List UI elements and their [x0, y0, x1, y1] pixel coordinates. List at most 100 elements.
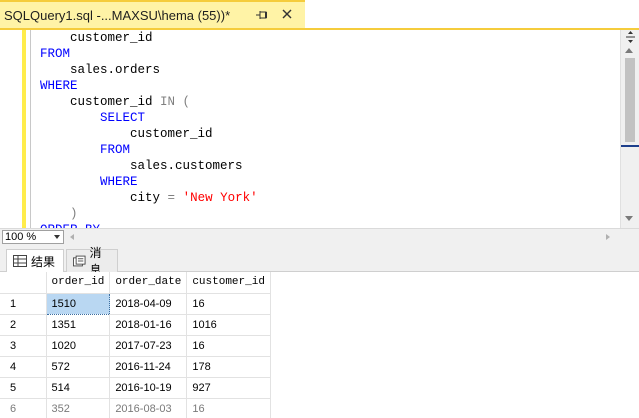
grid-cell[interactable]: 1016: [186, 314, 271, 336]
code-line[interactable]: SELECT: [40, 110, 258, 126]
grid-cell[interactable]: 2018-04-09: [109, 293, 188, 315]
change-tracking-bar: [22, 30, 26, 228]
scroll-right-arrow-icon[interactable]: [606, 234, 610, 240]
table-row[interactable]: 2 1351 2018-01-16 1016: [0, 314, 271, 336]
scroll-up-arrow-icon[interactable]: [625, 48, 633, 53]
sql-keyword: FROM: [40, 47, 71, 61]
column-header-customer-id[interactable]: customer_id: [186, 272, 271, 294]
table-row[interactable]: 3 1020 2017-07-23 16: [0, 335, 271, 357]
sql-operator: ): [70, 207, 78, 221]
code-text[interactable]: customer_id FROM sales.orders WHERE custom…: [40, 30, 258, 228]
sql-keyword: WHERE: [100, 175, 138, 189]
row-number[interactable]: 3: [0, 335, 47, 357]
grid-corner[interactable]: [0, 272, 47, 294]
sql-string: 'New York': [182, 191, 258, 205]
grid-cell[interactable]: 16: [186, 335, 271, 357]
editor-gutter: [0, 30, 22, 228]
grid-cell[interactable]: 16: [186, 398, 271, 418]
grid-cell[interactable]: 178: [186, 356, 271, 378]
table-row[interactable]: 1 1510 2018-04-09 16: [0, 292, 271, 315]
sql-identifier: customer_id: [70, 95, 161, 109]
table-row[interactable]: 6 352 2016-08-03 16: [0, 398, 271, 418]
sql-identifier: city: [130, 191, 168, 205]
sql-identifier: sales.customers: [130, 159, 243, 173]
row-number[interactable]: 6: [0, 398, 47, 418]
code-line[interactable]: WHERE: [40, 174, 258, 190]
sql-identifier: sales.orders: [70, 63, 161, 77]
document-tab-strip: SQLQuery1.sql -...MAXSU\hema (55))*: [0, 0, 639, 28]
sql-identifier: customer_id: [70, 31, 153, 45]
grid-cell[interactable]: 927: [186, 377, 271, 399]
code-line[interactable]: city = 'New York': [40, 190, 258, 206]
grid-header-row: order_id order_date customer_id: [0, 272, 271, 294]
grid-cell[interactable]: 2016-11-24: [109, 356, 188, 378]
row-number[interactable]: 2: [0, 314, 47, 336]
pin-icon[interactable]: [255, 8, 269, 22]
grid-cell[interactable]: 16: [186, 293, 271, 315]
table-row[interactable]: 4 572 2016-11-24 178: [0, 356, 271, 378]
grid-cell[interactable]: 2016-10-19: [109, 377, 188, 399]
code-line[interactable]: FROM: [40, 46, 258, 62]
results-grid[interactable]: order_id order_date customer_id 1 1510 201…: [0, 272, 271, 418]
document-tab-title: SQLQuery1.sql -...MAXSU\hema (55))*: [4, 7, 231, 23]
row-number[interactable]: 1: [0, 293, 47, 315]
grid-cell[interactable]: 514: [46, 377, 111, 399]
row-number[interactable]: 4: [0, 356, 47, 378]
results-grid-area: order_id order_date customer_id 1 1510 201…: [0, 272, 639, 418]
row-number[interactable]: 5: [0, 377, 47, 399]
column-header-order-id[interactable]: order_id: [46, 272, 111, 294]
sql-operator: (: [175, 95, 191, 109]
editor-vertical-scrollbar[interactable]: [620, 30, 639, 228]
grid-cell[interactable]: 572: [46, 356, 111, 378]
document-tab[interactable]: SQLQuery1.sql -...MAXSU\hema (55))*: [0, 0, 305, 28]
chevron-down-icon[interactable]: [54, 235, 60, 239]
grid-cell[interactable]: 2018-01-16: [109, 314, 188, 336]
scroll-left-arrow-icon[interactable]: [70, 234, 74, 240]
close-icon[interactable]: [281, 8, 293, 20]
code-line[interactable]: ): [40, 206, 258, 222]
scroll-down-arrow-icon[interactable]: [625, 216, 633, 221]
split-icon[interactable]: [623, 30, 638, 44]
grid-cell[interactable]: 2016-08-03: [109, 398, 188, 418]
column-header-order-date[interactable]: order_date: [109, 272, 188, 294]
code-line[interactable]: customer_id: [40, 30, 258, 46]
results-tab-bar: 结果 消息: [0, 245, 639, 277]
grid-cell[interactable]: 1351: [46, 314, 111, 336]
sql-keyword: WHERE: [40, 79, 78, 93]
zoom-scroll-bar: 100 %: [0, 228, 639, 245]
sql-keyword: FROM: [100, 143, 131, 157]
code-line[interactable]: WHERE: [40, 78, 258, 94]
caret-position-marker: [621, 145, 639, 147]
code-line[interactable]: sales.customers: [40, 158, 258, 174]
code-line[interactable]: sales.orders: [40, 62, 258, 78]
scroll-thumb[interactable]: [625, 58, 635, 142]
grid-cell[interactable]: 352: [46, 398, 111, 418]
sql-keyword: SELECT: [100, 111, 146, 125]
code-line[interactable]: customer_id: [40, 126, 258, 142]
sql-identifier: customer_id: [130, 127, 213, 141]
code-line[interactable]: FROM: [40, 142, 258, 158]
table-row[interactable]: 5 514 2016-10-19 927: [0, 377, 271, 399]
query-editor[interactable]: customer_id FROM sales.orders WHERE custom…: [0, 30, 620, 228]
code-line[interactable]: customer_id IN (: [40, 94, 258, 110]
sql-operator: =: [167, 191, 176, 205]
grid-cell[interactable]: 1510: [45, 292, 111, 315]
tab-messages[interactable]: 消息: [66, 246, 118, 277]
grid-cell[interactable]: 2017-07-23: [109, 335, 188, 357]
zoom-select[interactable]: 100 %: [2, 230, 64, 244]
grid-cell[interactable]: 1020: [46, 335, 111, 357]
sql-identifier: [175, 191, 183, 205]
tab-results[interactable]: 结果: [6, 249, 64, 272]
zoom-value: 100 %: [5, 231, 37, 243]
outline-guide: [30, 30, 31, 228]
tab-results-label: 结果: [31, 254, 56, 269]
